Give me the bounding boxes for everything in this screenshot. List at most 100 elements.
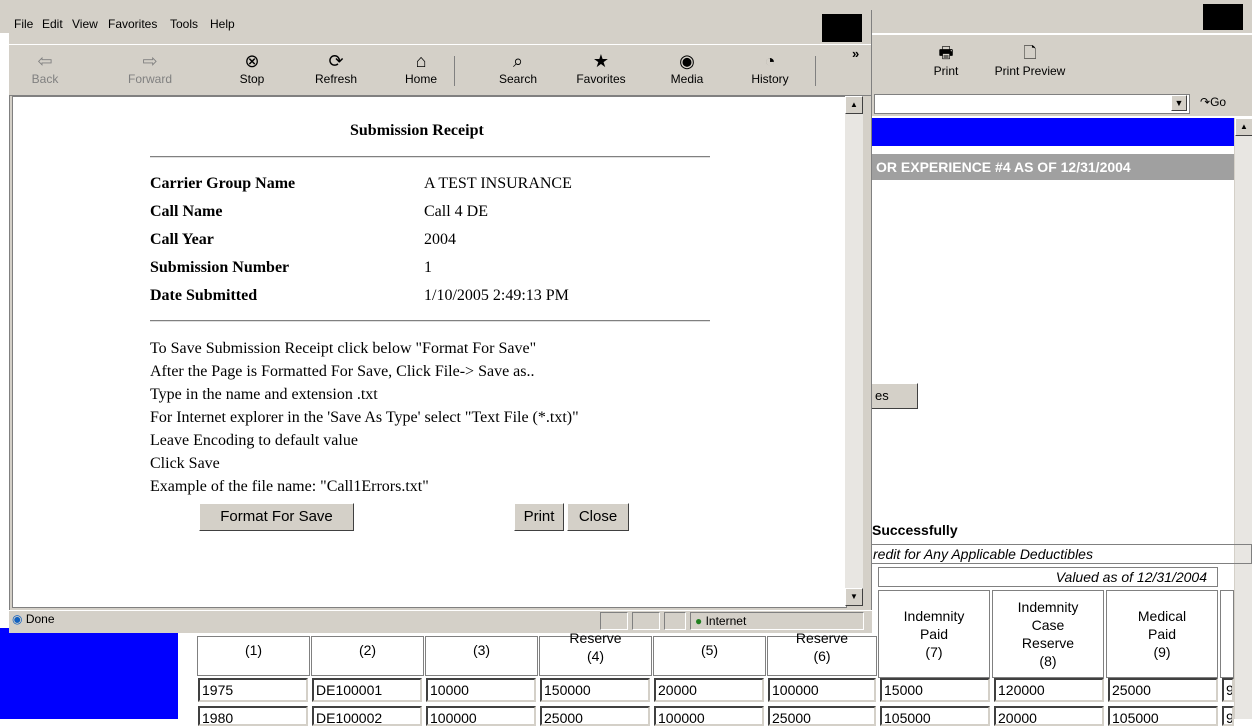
instruction-line: After the Page is Formatted For Save, Cl… [150, 363, 535, 380]
instruction-line: To Save Submission Receipt click below "… [150, 340, 537, 357]
close-button[interactable]: Close [567, 503, 629, 531]
globe-icon: ● [695, 614, 703, 628]
table-cell[interactable]: DE100001 [312, 678, 422, 702]
favorites-button[interactable]: ★ Favorites [566, 50, 636, 86]
menu-help[interactable]: Help [210, 17, 235, 31]
field-label-call-name: Call Name [150, 203, 223, 220]
table-cell[interactable]: 100000 [654, 706, 764, 726]
instruction-line: Type in the name and extension .txt [150, 386, 378, 403]
print-label: Print [933, 64, 959, 78]
go-arrow-icon: ↷ [1200, 95, 1211, 109]
status-zone-label: Internet [705, 614, 747, 628]
table-cell[interactable]: 150000 [540, 678, 650, 702]
col-num-5: (5) [653, 636, 766, 676]
toolbar-overflow-icon[interactable]: » [852, 46, 859, 61]
field-value-call-year: 2004 [424, 231, 456, 248]
instruction-line: For Internet explorer in the 'Save As Ty… [150, 409, 579, 426]
stop-button[interactable]: ⊗ Stop [222, 50, 282, 86]
menu-tools[interactable]: Tools [170, 17, 198, 31]
status-segment [664, 612, 686, 630]
scroll-down-icon[interactable]: ▼ [845, 588, 863, 606]
favorites-folder-icon: ★ [592, 51, 610, 71]
col-header-7: Indemnity Paid (7) [878, 590, 990, 678]
col-header-10 [1220, 590, 1234, 678]
table-cell[interactable]: 10000 [426, 678, 536, 702]
instruction-line: Example of the file name: "Call1Errors.t… [150, 478, 429, 495]
status-done: ◉ Done [12, 612, 55, 626]
history-button[interactable]: ◔ History [740, 50, 800, 86]
forward-button[interactable]: ⇨ Forward [120, 50, 180, 86]
go-button[interactable]: ↷Go [1200, 95, 1226, 109]
credit-text: redit for Any Applicable Deductibles [868, 544, 1252, 564]
table-cell[interactable]: 25000 [768, 706, 876, 726]
print-button[interactable]: 🖶 Print [926, 42, 966, 78]
print-button[interactable]: Print [514, 503, 564, 531]
background-scrollbar[interactable]: ▲ [1234, 118, 1252, 719]
refresh-button[interactable]: ⟳ Refresh [306, 50, 366, 86]
home-button[interactable]: ⌂ Home [396, 50, 446, 86]
address-dropdown-icon[interactable]: ▼ [1171, 95, 1187, 111]
printer-icon: 🖶 [938, 45, 954, 62]
col9-line1: Medical [1137, 608, 1187, 624]
search-button[interactable]: ⌕ Search [490, 50, 546, 86]
col8-line2: Case [1031, 617, 1065, 633]
table-cell[interactable]: 15000 [880, 678, 990, 702]
scroll-up-icon[interactable]: ▲ [1235, 118, 1252, 136]
field-value-call-name: Call 4 DE [424, 203, 488, 220]
instruction-line: Click Save [150, 455, 220, 472]
favorites-label: Favorites [576, 72, 626, 86]
table-cell[interactable]: 9 [1222, 706, 1234, 726]
field-label-date-submitted: Date Submitted [150, 287, 258, 304]
media-button[interactable]: ◉ Media [660, 50, 714, 86]
history-icon: ◔ [764, 51, 776, 71]
table-cell[interactable]: 100000 [768, 678, 876, 702]
divider [150, 320, 710, 322]
back-arrow-icon: ⇦ [37, 51, 53, 71]
success-text: Successfully [872, 522, 958, 538]
popup-scrollbar[interactable]: ▲ ▼ [845, 96, 863, 606]
menu-edit[interactable]: Edit [42, 17, 63, 31]
col6-num: (6) [813, 648, 831, 664]
table-cell[interactable]: 105000 [880, 706, 990, 726]
col-num-6: Reserve (6) [767, 630, 877, 676]
table-cell[interactable]: 20000 [994, 706, 1104, 726]
menu-file[interactable]: File [14, 17, 33, 31]
menu-view[interactable]: View [72, 17, 98, 31]
status-segment [632, 612, 660, 630]
table-cell[interactable]: DE100002 [312, 706, 422, 726]
col7-num: (7) [925, 644, 943, 660]
table-cell[interactable]: 1980 [198, 706, 308, 726]
stop-label: Stop [239, 72, 265, 86]
table-cell[interactable]: 105000 [1108, 706, 1218, 726]
toolbar-divider [454, 56, 455, 86]
stop-icon: ⊗ [244, 51, 260, 71]
search-icon: ⌕ [512, 51, 524, 71]
format-for-save-button[interactable]: Format For Save [199, 503, 354, 531]
refresh-label: Refresh [314, 72, 358, 86]
blue-banner [868, 118, 1234, 146]
toolbar-divider [815, 56, 816, 86]
col9-num: (9) [1153, 644, 1171, 660]
table-cell[interactable]: 120000 [994, 678, 1104, 702]
col-num-2: (2) [311, 636, 424, 676]
windows-logo-icon [822, 14, 862, 42]
table-cell[interactable]: 90 [1222, 678, 1234, 702]
go-label: Go [1210, 95, 1227, 109]
field-value-submission-number: 1 [424, 259, 432, 276]
col4-num: (4) [586, 648, 605, 664]
table-cell[interactable]: 100000 [426, 706, 536, 726]
table-cell[interactable]: 25000 [1108, 678, 1218, 702]
table-cell[interactable]: 20000 [654, 678, 764, 702]
scroll-up-icon[interactable]: ▲ [845, 96, 863, 114]
status-segment [600, 612, 628, 630]
back-button[interactable]: ⇦ Back [20, 50, 70, 86]
menu-favorites[interactable]: Favorites [108, 17, 157, 31]
left-blue-panel [0, 628, 178, 719]
table-cell[interactable]: 1975 [198, 678, 308, 702]
address-input[interactable] [874, 94, 1190, 114]
print-preview-button[interactable]: 🗋 Print Preview [985, 42, 1075, 78]
table-cell[interactable]: 25000 [540, 706, 650, 726]
col8-line1: Indemnity [1017, 599, 1079, 615]
col9-line2: Paid [1147, 626, 1177, 642]
print-preview-icon: 🗋 [1023, 45, 1037, 62]
